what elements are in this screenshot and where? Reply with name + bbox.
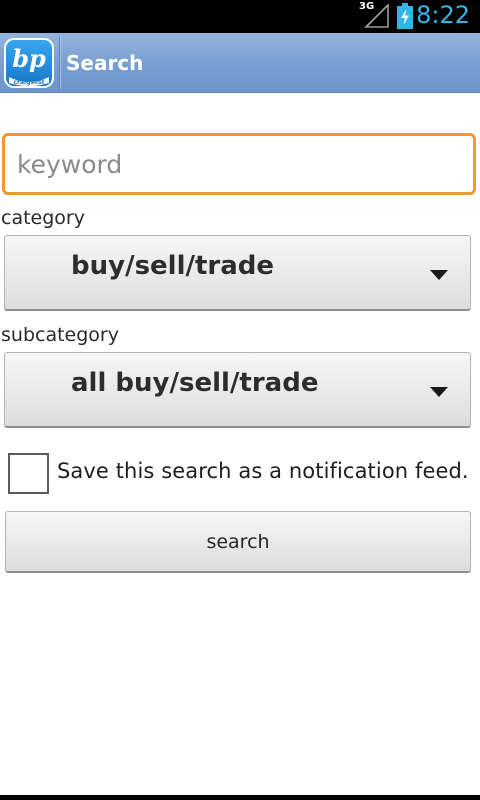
save-notification-checkbox[interactable] <box>8 453 49 494</box>
status-bar: 3G 8:22 <box>0 0 480 33</box>
category-spinner[interactable]: buy/sell/trade <box>4 235 471 311</box>
keyword-input[interactable] <box>2 133 476 195</box>
subcategory-selected-value: all buy/sell/trade <box>71 368 319 398</box>
status-clock: 8:22 <box>416 1 470 29</box>
action-bar: bp craigslist Search <box>0 33 480 93</box>
app-logo-text: bp <box>12 44 46 73</box>
dropdown-arrow-icon <box>430 387 448 397</box>
subcategory-spinner[interactable]: all buy/sell/trade <box>4 352 471 428</box>
signal-strength-icon <box>364 4 389 28</box>
search-button[interactable]: search <box>5 511 471 573</box>
action-bar-divider <box>59 37 61 89</box>
save-notification-label[interactable]: Save this search as a notification feed. <box>57 459 469 483</box>
app-logo-subtext: craigslist <box>13 79 44 86</box>
battery-charging-icon <box>397 3 413 29</box>
dropdown-arrow-icon <box>430 270 448 280</box>
subcategory-label: subcategory <box>1 324 119 346</box>
page-title: Search <box>66 51 144 75</box>
category-label: category <box>1 207 85 229</box>
category-selected-value: buy/sell/trade <box>71 251 275 281</box>
app-logo-icon[interactable]: bp craigslist <box>3 37 55 89</box>
bottom-edge <box>0 795 480 800</box>
